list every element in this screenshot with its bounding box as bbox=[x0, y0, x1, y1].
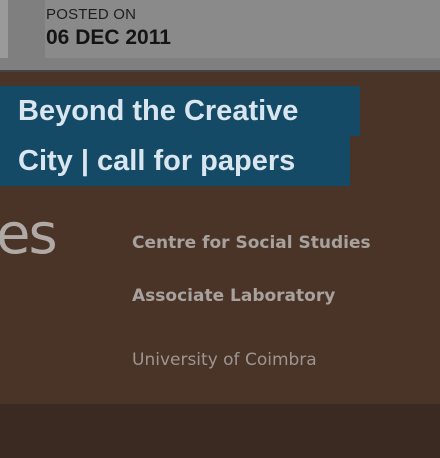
post-title-line-2[interactable]: City | call for papers bbox=[0, 136, 350, 186]
logo-fragment: es bbox=[0, 202, 58, 267]
org-name-line: Centre for Social Studies bbox=[132, 233, 371, 253]
posted-on-label: POSTED ON bbox=[46, 6, 137, 23]
posted-date: 06 DEC 2011 bbox=[46, 26, 171, 49]
org-university-line: University of Coimbra bbox=[132, 350, 317, 370]
post-date-block: POSTED ON 06 DEC 2011 bbox=[45, 0, 440, 58]
left-tab-edge bbox=[0, 0, 8, 58]
org-subtitle-line: Associate Laboratory bbox=[132, 286, 336, 306]
featured-image-footer bbox=[0, 404, 440, 458]
post-title-line-1[interactable]: Beyond the Creative bbox=[0, 86, 360, 136]
